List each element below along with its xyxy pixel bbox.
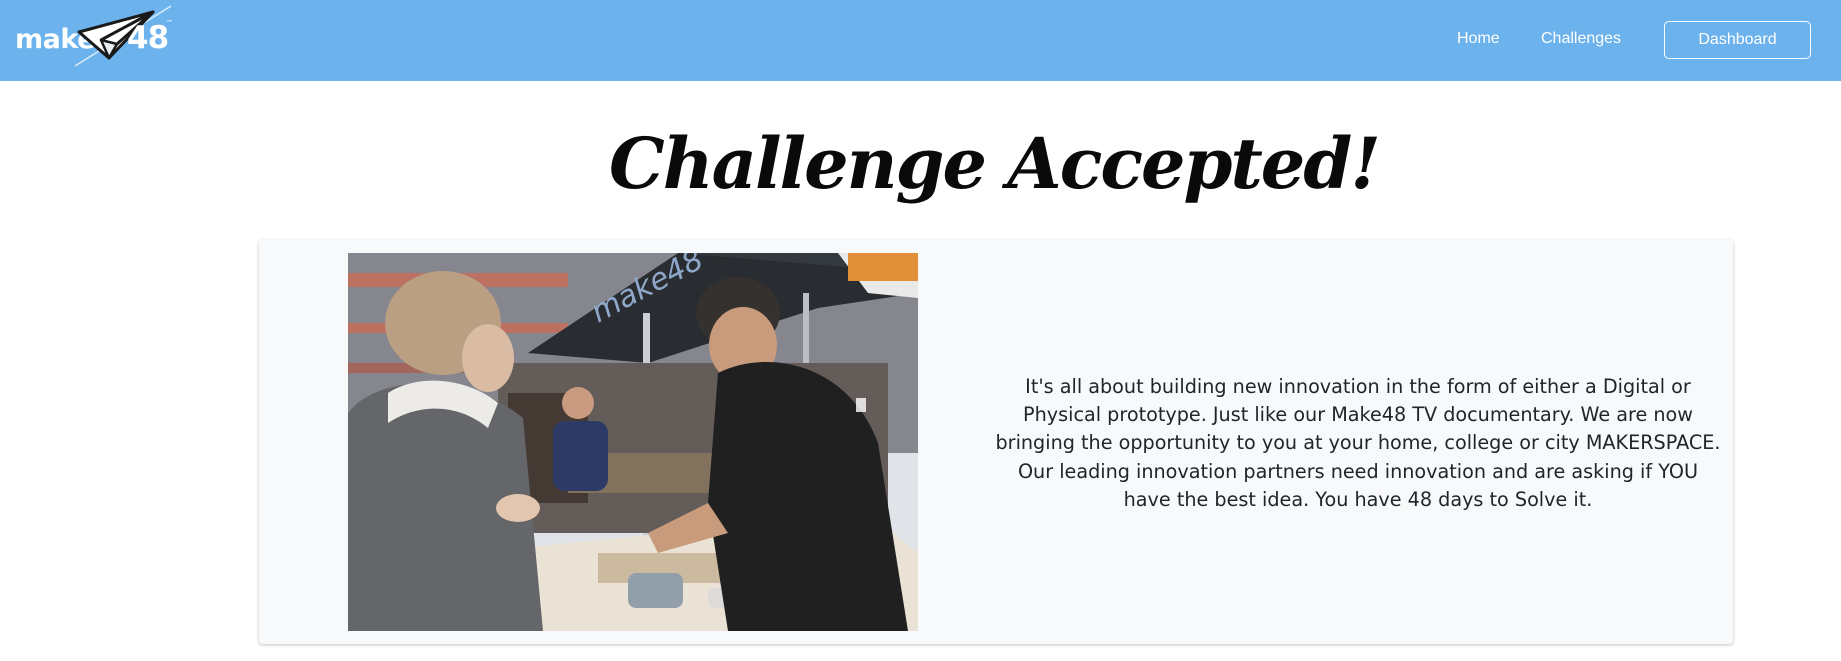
make48-logo[interactable]: make 48 ™ <box>15 5 175 72</box>
makers-photo: make48 <box>348 253 918 631</box>
trademark-symbol: ™ <box>166 19 173 27</box>
nav-link-home[interactable]: Home <box>1457 30 1500 48</box>
intro-card: make48 It's all about building new innov… <box>259 240 1733 644</box>
page-title: Challenge Accepted! <box>608 122 1381 205</box>
top-navbar: make 48 ™ Home Challenges Dashboard <box>0 0 1841 81</box>
intro-description: It's all about building new innovation i… <box>995 375 1721 511</box>
nav-link-challenges[interactable]: Challenges <box>1541 30 1621 48</box>
logo-text-48: 48 <box>127 20 169 56</box>
dashboard-button[interactable]: Dashboard <box>1664 21 1811 59</box>
